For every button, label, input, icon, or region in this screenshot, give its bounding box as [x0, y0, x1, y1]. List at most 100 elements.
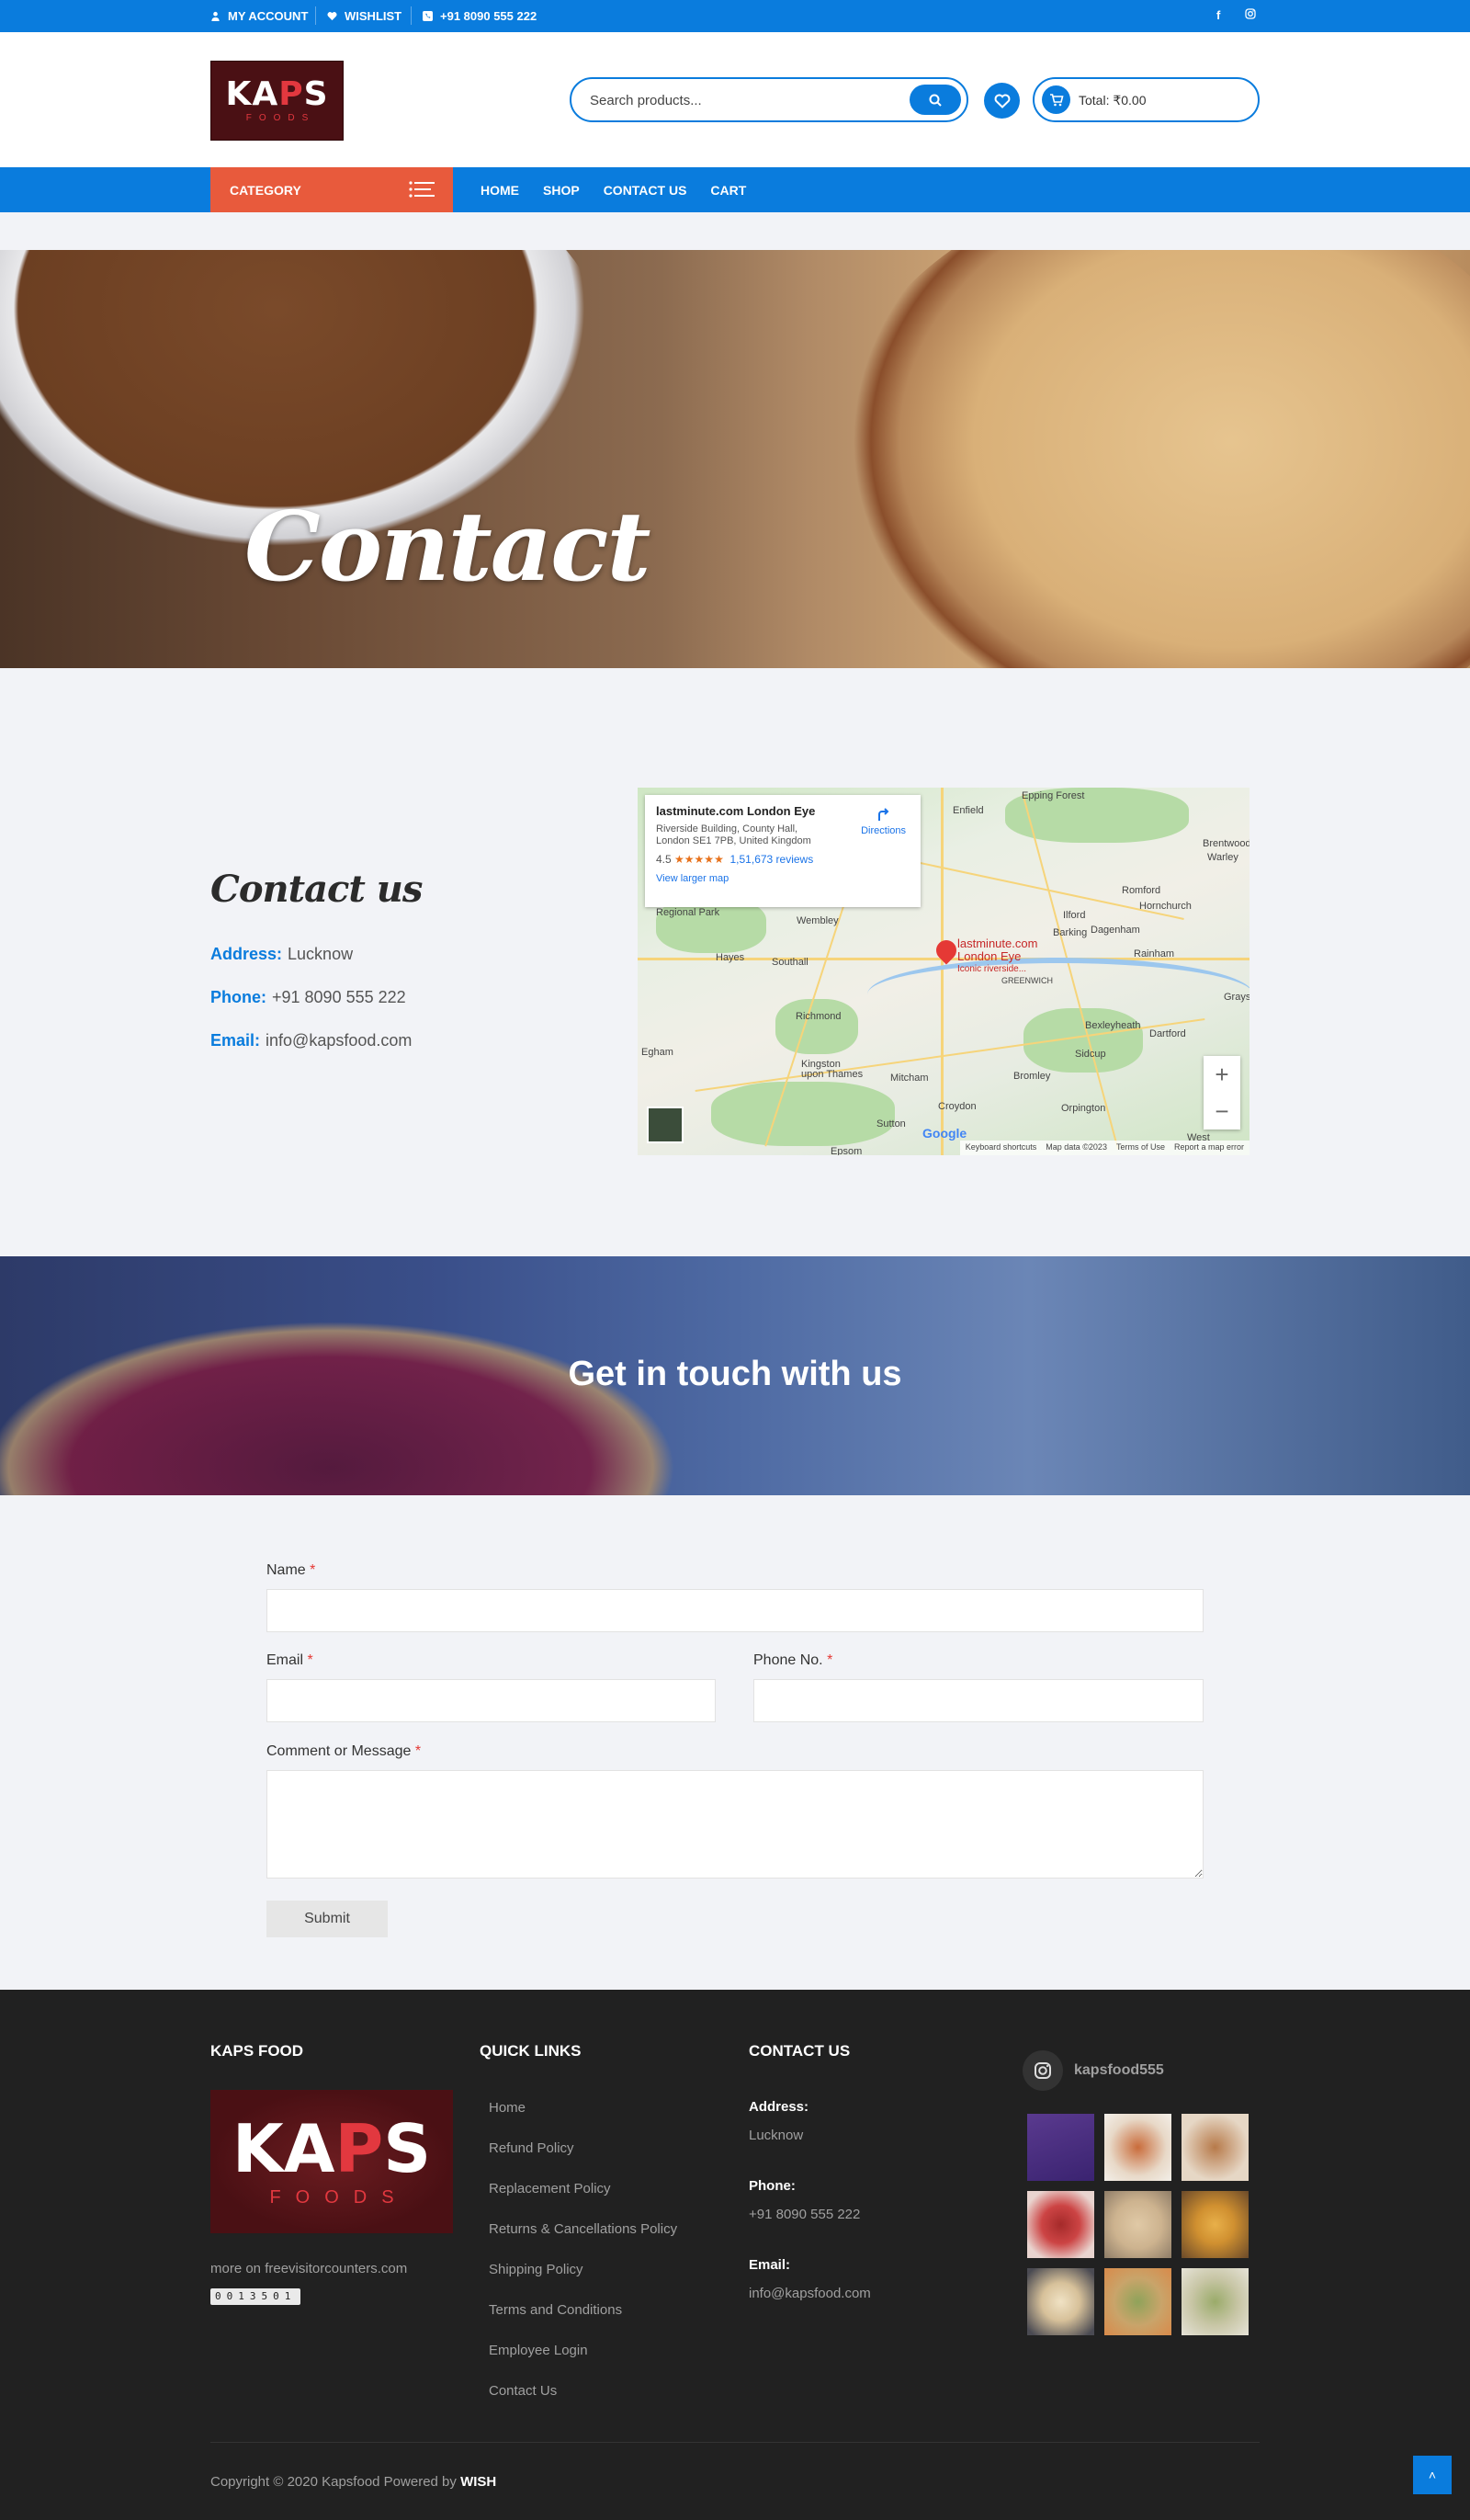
cart-icon — [1042, 85, 1070, 114]
footer-logo-text: KA — [232, 2109, 335, 2187]
footer-link-contact[interactable]: Contact Us — [489, 2383, 677, 2424]
address-label: Address: — [210, 945, 283, 963]
map-label: Kingston upon Thames — [801, 1059, 864, 1080]
site-logo[interactable]: KAPS FOODS — [210, 61, 344, 141]
nav-cart[interactable]: CART — [710, 183, 746, 198]
rating-value: 4.5 — [656, 853, 672, 866]
map-zoom-control: + − — [1204, 1056, 1240, 1129]
search-input[interactable] — [590, 91, 893, 109]
logo-text: KA — [225, 75, 279, 113]
map-label: Bexleyheath — [1085, 1020, 1141, 1031]
footer-link-replacement[interactable]: Replacement Policy — [489, 2181, 677, 2221]
phone-link[interactable]: +91 8090 555 222 — [423, 9, 537, 23]
map-label: Southall — [772, 957, 808, 968]
zoom-in-button[interactable]: + — [1204, 1056, 1240, 1093]
map-label: Warley — [1207, 852, 1238, 863]
hero-title: Contact — [244, 490, 651, 603]
instagram-icon — [1023, 2050, 1063, 2091]
google-map[interactable]: Epping Forest Enfield Brentwood Warley R… — [638, 788, 1250, 1155]
map-label: Epping Forest — [1022, 790, 1085, 801]
email-label: Email: — [210, 1031, 261, 1050]
reviews-link[interactable]: 1,51,673 reviews — [730, 853, 814, 866]
instagram-post[interactable] — [1104, 2114, 1171, 2181]
directions-label: Directions — [861, 825, 906, 836]
address-value: Lucknow — [288, 945, 354, 963]
map-label: Orpington — [1061, 1103, 1106, 1114]
get-in-touch-banner: Get in touch with us — [0, 1256, 1470, 1495]
pin-label-line: London Eye — [957, 949, 1022, 963]
footer-link-employee-login[interactable]: Employee Login — [489, 2343, 677, 2383]
footer-link-shipping[interactable]: Shipping Policy — [489, 2262, 677, 2302]
message-label: Comment or Message * — [266, 1743, 422, 1759]
instagram-post[interactable] — [1182, 2268, 1249, 2335]
wishlist-button[interactable] — [984, 83, 1020, 119]
instagram-icon[interactable] — [1245, 8, 1256, 22]
report-error-link[interactable]: Report a map error — [1174, 1142, 1244, 1153]
instagram-handle: kapsfood555 — [1074, 2062, 1164, 2078]
map-label: Ilford — [1063, 910, 1086, 921]
terms-link[interactable]: Terms of Use — [1116, 1142, 1165, 1153]
map-label: Brentwood — [1203, 838, 1250, 849]
contact-phone-row: Phone: +91 8090 555 222 — [210, 988, 406, 1007]
banner-image — [0, 1311, 698, 1495]
phone-label: +91 8090 555 222 — [440, 9, 537, 23]
visitor-counter-link[interactable]: more on freevisitorcounters.com — [210, 2261, 407, 2276]
search-box — [570, 77, 968, 122]
nav-home[interactable]: HOME — [481, 183, 519, 198]
zoom-out-button[interactable]: − — [1204, 1093, 1240, 1129]
phone-field[interactable] — [753, 1679, 1204, 1722]
footer-logo-text-end: S — [383, 2109, 432, 2187]
keyboard-shortcuts-link[interactable]: Keyboard shortcuts — [966, 1142, 1037, 1153]
nav-shop[interactable]: SHOP — [543, 183, 580, 198]
instagram-post[interactable] — [1027, 2268, 1094, 2335]
email-value[interactable]: info@kapsfood.com — [266, 1031, 412, 1050]
message-field[interactable] — [266, 1770, 1204, 1879]
submit-button[interactable]: Submit — [266, 1901, 388, 1937]
my-account-label: MY ACCOUNT — [228, 9, 309, 23]
footer-email-label: Email: — [749, 2257, 791, 2273]
category-menu-button[interactable]: CATEGORY — [210, 167, 453, 212]
instagram-post[interactable] — [1027, 2191, 1094, 2258]
instagram-post[interactable] — [1027, 2114, 1094, 2181]
map-attribution: Keyboard shortcuts Map data ©2023 Terms … — [959, 1141, 1250, 1155]
footer-col3-title: CONTACT US — [749, 2042, 851, 2060]
cart-button[interactable]: Total: ₹0.00 — [1033, 77, 1260, 122]
search-icon — [929, 94, 942, 107]
view-larger-map-link[interactable]: View larger map — [656, 873, 910, 884]
instagram-post[interactable] — [1104, 2191, 1171, 2258]
instagram-post[interactable] — [1182, 2191, 1249, 2258]
satellite-toggle[interactable] — [647, 1107, 684, 1143]
map-label: Barking — [1053, 927, 1088, 938]
user-icon — [211, 11, 220, 21]
my-account-link[interactable]: MY ACCOUNT — [210, 9, 308, 23]
place-address: Riverside Building, County Hall, London … — [656, 823, 811, 846]
instagram-feed-header[interactable]: kapsfood555 — [1023, 2050, 1164, 2091]
footer-link-returns[interactable]: Returns & Cancellations Policy — [489, 2221, 677, 2262]
footer-link-terms[interactable]: Terms and Conditions — [489, 2302, 677, 2343]
phone-label: Phone: — [210, 988, 266, 1006]
instagram-post[interactable] — [1104, 2268, 1171, 2335]
wishlist-link[interactable]: WISHLIST — [327, 9, 401, 23]
back-to-top-button[interactable]: ˄ — [1413, 2456, 1452, 2494]
copyright-text: Copyright © 2020 Kapsfood Powered by — [210, 2474, 457, 2490]
footer-logo[interactable]: KAPS FOODS — [210, 2090, 453, 2233]
footer-email-value[interactable]: info@kapsfood.com — [749, 2286, 871, 2302]
nav-links: HOME SHOP CONTACT US CART — [481, 183, 746, 198]
directions-button[interactable]: Directions — [861, 806, 906, 836]
instagram-post[interactable] — [1182, 2114, 1249, 2181]
copyright-brand-link[interactable]: WISH — [460, 2474, 496, 2490]
map-label: Hornchurch — [1139, 901, 1192, 912]
footer-link-home[interactable]: Home — [489, 2100, 677, 2140]
name-field[interactable] — [266, 1589, 1204, 1632]
logo-text-accent: P — [278, 75, 304, 113]
facebook-icon[interactable]: f — [1216, 8, 1220, 22]
map-label: GREENWICH — [1001, 976, 1053, 985]
search-button[interactable] — [910, 85, 961, 115]
phone-value: +91 8090 555 222 — [272, 988, 406, 1006]
nav-contact-us[interactable]: CONTACT US — [604, 183, 687, 198]
footer-link-refund[interactable]: Refund Policy — [489, 2140, 677, 2181]
map-label: Richmond — [796, 1011, 842, 1022]
logo-subtext: FOODS — [245, 113, 316, 123]
contact-address-row: Address: Lucknow — [210, 945, 353, 964]
email-field[interactable] — [266, 1679, 716, 1722]
